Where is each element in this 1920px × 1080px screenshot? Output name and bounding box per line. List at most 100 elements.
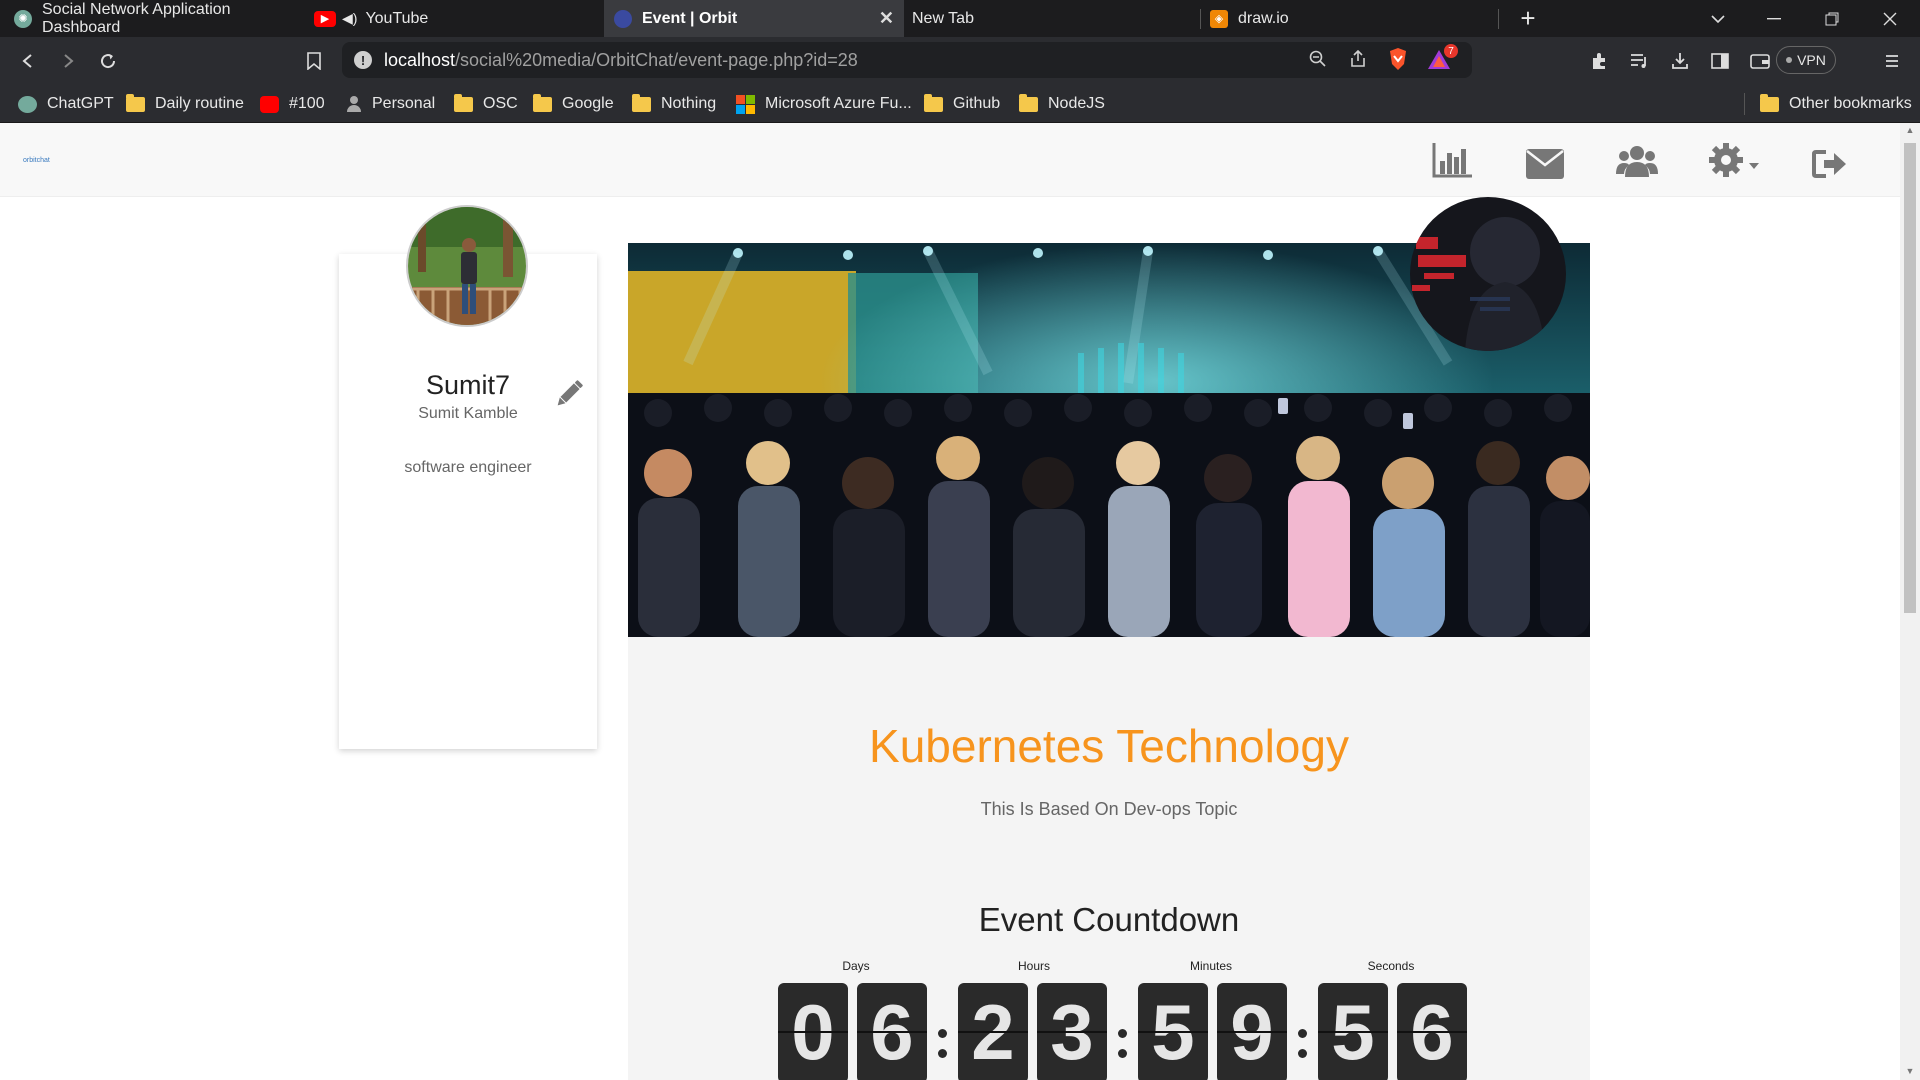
countdown-digit-hours-tens: 2 [958,983,1028,1080]
page-viewport: orbitchat Sumit7 Sumit Kamble software e… [0,123,1920,1080]
site-info-icon[interactable]: ! [354,51,372,69]
wallet-icon [1750,54,1770,69]
pencil-icon[interactable] [553,378,585,410]
bookmark-google[interactable]: Google [533,93,614,115]
countdown-separator [1113,1007,1131,1067]
close-window-button[interactable] [1862,0,1918,37]
tab-label: Social Network Application Dashboard [42,0,231,36]
url-host: localhost [384,49,456,70]
tab-event-orbit[interactable]: Event | Orbit ✕ [604,0,904,37]
folder-icon [126,93,145,112]
minimize-icon [1767,17,1781,19]
youtube-icon: ▶ [314,10,336,27]
tab-social-network-dashboard[interactable]: ✺ Social Network Application Dashboard [0,0,304,37]
wallet-button[interactable] [1746,47,1774,75]
bookmark-label: OSC [483,95,518,112]
vpn-status-dot [1786,57,1793,63]
address-bar[interactable]: ! localhost/social%20media/OrbitChat/eve… [342,42,1472,78]
media-controls-button[interactable] [1626,47,1654,75]
brave-shields-icon[interactable] [1388,47,1408,76]
youtube-icon [260,95,279,113]
reload-button[interactable] [94,47,122,75]
bookmark-label: Google [562,95,614,112]
countdown-digit-minutes-ones: 9 [1217,983,1287,1080]
site-navbar: orbitchat [0,123,1900,197]
scroll-down-arrow-icon[interactable]: ▼ [1904,1066,1916,1078]
bookmark-github[interactable]: Github [924,93,1000,115]
restore-icon [1825,12,1839,25]
scrollbar-thumb[interactable] [1904,143,1916,613]
countdown-label-days: Days [842,959,870,973]
back-button[interactable] [14,47,42,75]
vpn-button[interactable]: VPN [1776,46,1836,74]
downloads-button[interactable] [1666,47,1694,75]
tab-search-button[interactable] [1690,0,1746,37]
orbit-icon [614,9,632,28]
download-icon [1672,53,1688,69]
sign-out-icon[interactable] [1812,145,1848,183]
bookmark-chatgpt[interactable]: ChatGPT [18,93,114,115]
folder-icon [1760,93,1779,112]
caret-down-icon [1749,163,1759,169]
other-bookmarks[interactable]: Other bookmarks [1760,93,1912,115]
bookmark-label: ChatGPT [47,95,114,112]
countdown-digit-seconds-ones: 6 [1397,983,1467,1080]
restore-button[interactable] [1804,0,1860,37]
bookmark-osc[interactable]: OSC [454,93,518,115]
scroll-up-arrow-icon[interactable]: ▲ [1904,125,1916,137]
countdown-separator [933,1007,951,1067]
bookmark-page-button[interactable] [300,47,328,75]
tab-youtube[interactable]: ▶ ◀) YouTube [304,0,604,37]
bookmark-label: #100 [289,95,325,112]
bookmark-100[interactable]: #100 [260,93,325,115]
countdown-label-minutes: Minutes [1189,959,1233,973]
folder-icon [454,93,473,112]
bookmark-label: Other bookmarks [1789,95,1912,112]
forward-button[interactable] [54,47,82,75]
event-logo [1410,197,1566,351]
microsoft-icon [736,94,755,114]
tab-new-tab[interactable]: New Tab [904,0,1200,37]
main-menu-button[interactable] [1878,47,1906,75]
gear-icon [1709,143,1743,177]
folder-icon [533,93,552,112]
chatgpt-icon [18,95,37,113]
drawio-icon: ◈ [1210,9,1228,28]
minimize-button[interactable] [1746,0,1802,37]
share-icon[interactable] [1349,49,1367,73]
users-icon[interactable] [1616,143,1658,181]
countdown-label-hours: Hours [1017,959,1050,973]
chatgpt-icon: ✺ [14,9,32,28]
tab-drawio[interactable]: ◈ draw.io [1200,0,1498,37]
countdown-label-seconds: Seconds [1367,959,1415,973]
extensions-button[interactable] [1586,47,1614,75]
page-scrollbar[interactable]: ▲ ▼ [1900,123,1920,1080]
playlist-icon [1631,54,1646,68]
bookmark-daily-routine[interactable]: Daily routine [126,93,244,115]
avatar[interactable] [406,205,528,327]
zoom-icon[interactable] [1309,50,1327,73]
bookmark-personal[interactable]: Personal [346,93,435,115]
tab-label: YouTube [365,9,429,27]
envelope-icon[interactable] [1526,145,1564,183]
countdown-digit-days-tens: 0 [778,983,848,1080]
close-tab-icon[interactable]: ✕ [879,8,894,29]
bar-chart-icon[interactable] [1432,141,1474,179]
countdown-separator [1293,1007,1311,1067]
site-logo[interactable]: orbitchat [23,157,50,164]
audio-playing-icon[interactable]: ◀) [342,10,357,27]
hamburger-icon [1886,55,1898,67]
rewards-badge: 7 [1444,44,1458,58]
sidebar-button[interactable] [1706,47,1734,75]
tab-label: New Tab [912,9,974,27]
profile-bio: software engineer [404,459,532,476]
bookmark-nothing[interactable]: Nothing [632,93,716,115]
new-tab-button[interactable]: + [1510,0,1546,37]
url-path: /social%20media/OrbitChat/event-page.php… [455,49,858,70]
bookmark-nodejs[interactable]: NodeJS [1019,93,1105,115]
tab-label: draw.io [1238,9,1289,27]
bookmark-label: Daily routine [155,95,244,112]
sidebar-icon [1711,53,1729,69]
settings-dropdown[interactable] [1709,143,1765,179]
bookmark-microsoft-azure[interactable]: Microsoft Azure Fu... [736,93,912,115]
